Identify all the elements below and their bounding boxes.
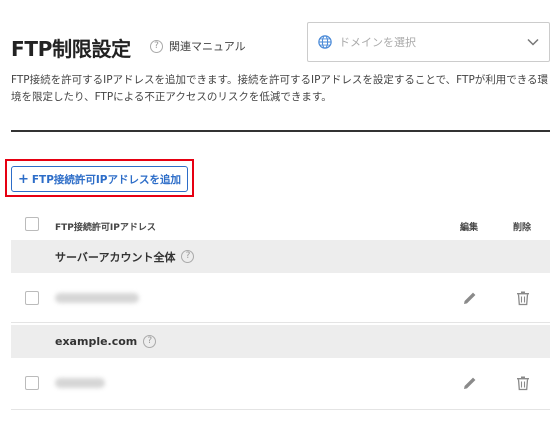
chevron-down-icon — [527, 38, 539, 46]
edit-pencil-icon[interactable] — [462, 375, 478, 391]
globe-icon — [318, 35, 332, 49]
related-manual-label: 関連マニュアル — [169, 40, 246, 53]
row-checkbox[interactable] — [25, 291, 39, 305]
add-ip-address-button[interactable]: + FTP接続許可IPアドレスを追加 — [11, 166, 188, 192]
domain-select-placeholder: ドメインを選択 — [339, 36, 416, 49]
help-icon[interactable]: ? — [181, 250, 195, 263]
ip-address-value-redacted — [55, 378, 105, 388]
group-row-server-account: サーバーアカウント全体 ? — [11, 240, 550, 273]
delete-trash-icon[interactable] — [515, 375, 531, 391]
help-icon[interactable]: ? — [143, 335, 157, 348]
delete-trash-icon[interactable] — [515, 290, 531, 306]
section-divider — [11, 130, 550, 132]
plus-icon: + — [17, 171, 29, 187]
column-header-edit: 編集 — [460, 223, 479, 233]
column-header-delete: 削除 — [513, 223, 532, 233]
group-label: サーバーアカウント全体 — [55, 250, 176, 264]
edit-pencil-icon[interactable] — [462, 290, 478, 306]
help-icon: ? — [150, 39, 163, 53]
select-all-checkbox[interactable] — [25, 217, 39, 231]
related-manual-link[interactable]: ? 関連マニュアル — [150, 38, 246, 54]
table-row — [11, 358, 550, 410]
page-title: FTP制限設定 — [11, 37, 131, 61]
table-row — [11, 273, 550, 323]
row-checkbox[interactable] — [25, 376, 39, 390]
group-label: example.com — [55, 335, 138, 348]
add-ip-address-label: FTP接続許可IPアドレスを追加 — [31, 173, 182, 186]
domain-select[interactable]: ドメインを選択 — [307, 22, 550, 62]
page-description: FTP接続を許可するIPアドレスを追加できます。接続を許可するIPアドレスを設定… — [11, 74, 549, 103]
ip-address-value-redacted — [55, 293, 139, 303]
group-row-domain: example.com ? — [11, 325, 550, 358]
column-header-address: FTP接続許可IPアドレス — [55, 223, 156, 233]
